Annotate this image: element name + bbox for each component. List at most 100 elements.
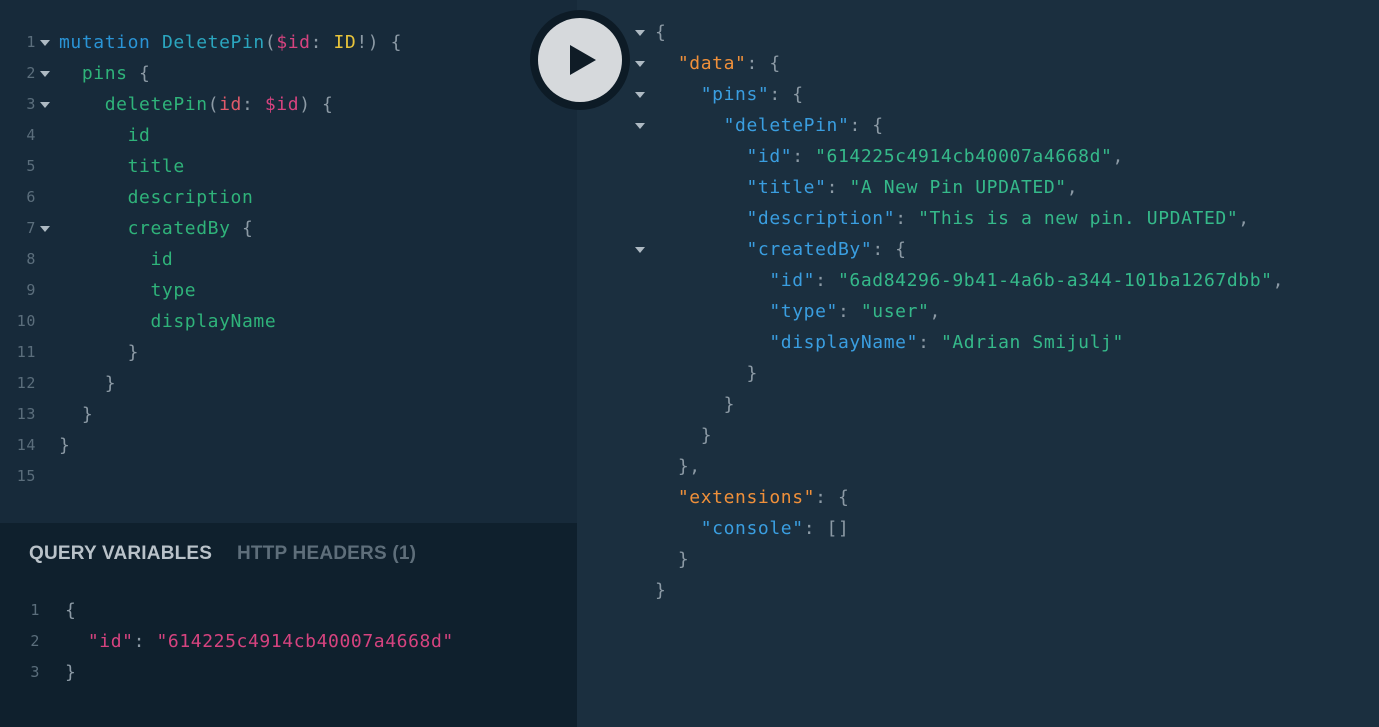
code-text: "deletePin": { <box>655 110 884 141</box>
fold-caret-icon[interactable] <box>40 40 50 46</box>
code-line[interactable]: 10 displayName <box>0 306 577 337</box>
line-number: 3 <box>30 663 40 681</box>
code-token: : <box>918 332 941 353</box>
fold-caret-icon[interactable] <box>635 123 645 129</box>
fold-caret-icon[interactable] <box>40 226 50 232</box>
code-line[interactable]: 7 createdBy { <box>0 213 577 244</box>
code-token: } <box>655 394 736 415</box>
code-token: : { <box>849 115 884 136</box>
query-editor[interactable]: 1 mutation DeletePin($id: ID!) {2 pins {3… <box>0 0 577 523</box>
code-token: "id" <box>769 270 816 291</box>
code-text: "data": { <box>655 48 781 79</box>
code-line[interactable]: 11 } <box>0 337 577 368</box>
run-query-button[interactable] <box>538 18 622 102</box>
fold-caret-icon[interactable] <box>40 71 50 77</box>
code-text: "id": "614225c4914cb40007a4668d", <box>655 141 1124 172</box>
code-text: displayName <box>59 306 276 337</box>
result-line: } <box>577 420 1379 451</box>
code-token: : <box>826 177 850 198</box>
code-token: ( <box>207 94 220 115</box>
code-text: } <box>655 420 712 451</box>
code-text: } <box>655 544 689 575</box>
line-number: 12 <box>16 374 36 392</box>
code-token: : <box>310 32 334 53</box>
result-line: } <box>577 544 1379 575</box>
code-token: "type" <box>769 301 838 322</box>
code-text: { <box>655 17 666 48</box>
line-number: 2 <box>30 632 40 650</box>
code-text: } <box>655 575 666 606</box>
code-line[interactable]: 9 type <box>0 275 577 306</box>
code-line[interactable]: 6 description <box>0 182 577 213</box>
code-text: pins { <box>59 58 151 89</box>
code-line[interactable]: 12 } <box>0 368 577 399</box>
variables-line[interactable]: 3} <box>0 657 577 688</box>
code-text: } <box>65 657 76 688</box>
code-token: { <box>127 63 151 84</box>
line-number: 5 <box>26 157 36 175</box>
code-token: : <box>242 94 265 115</box>
code-line[interactable]: 1 mutation DeletePin($id: ID!) { <box>0 27 577 58</box>
code-token: } <box>655 549 690 570</box>
code-token: "data" <box>677 53 747 74</box>
code-token: title <box>59 156 185 177</box>
code-token: } <box>59 342 140 363</box>
variables-line[interactable]: 2 "id": "614225c4914cb40007a4668d" <box>0 626 577 657</box>
code-text: } <box>59 337 139 368</box>
code-line[interactable]: 13 } <box>0 399 577 430</box>
code-token: "id" <box>746 146 793 167</box>
code-text: createdBy { <box>59 213 253 244</box>
code-token: } <box>59 404 94 425</box>
code-token: $id <box>276 32 311 53</box>
line-number: 14 <box>16 436 36 454</box>
fold-caret-icon[interactable] <box>635 92 645 98</box>
code-token: : { <box>815 487 850 508</box>
line-number: 10 <box>16 312 36 330</box>
code-line[interactable]: 2 pins { <box>0 58 577 89</box>
code-token: mutation <box>59 32 162 53</box>
fold-caret-icon[interactable] <box>635 247 645 253</box>
code-line[interactable]: 5 title <box>0 151 577 182</box>
code-text: type <box>59 275 196 306</box>
fold-caret-icon[interactable] <box>635 30 645 36</box>
code-token: "displayName" <box>769 332 919 353</box>
code-text: id <box>59 120 151 151</box>
result-line: } <box>577 575 1379 606</box>
code-token: } <box>655 363 758 384</box>
code-line[interactable]: 8 id <box>0 244 577 275</box>
code-token: : <box>815 270 838 291</box>
result-line: } <box>577 358 1379 389</box>
code-text: "id": "6ad84296-9b41-4a6b-a344-101ba1267… <box>655 265 1284 296</box>
fold-caret-icon[interactable] <box>635 61 645 67</box>
code-token: { <box>65 600 77 621</box>
code-line[interactable]: 4 id <box>0 120 577 151</box>
code-line[interactable]: 3 deletePin(id: $id) { <box>0 89 577 120</box>
fold-caret-icon[interactable] <box>40 102 50 108</box>
tab-http-headers[interactable]: HTTP HEADERS (1) <box>237 540 416 568</box>
result-line: } <box>577 389 1379 420</box>
code-token: id <box>59 125 151 146</box>
code-token: description <box>59 187 254 208</box>
code-token: { <box>230 218 254 239</box>
code-line[interactable]: 14} <box>0 430 577 461</box>
code-token: deletePin <box>59 94 208 115</box>
code-token: "console" <box>700 518 804 539</box>
code-token: ( <box>264 32 277 53</box>
result-line: "pins": { <box>577 79 1379 110</box>
code-token: type <box>59 280 197 301</box>
result-line: "data": { <box>577 48 1379 79</box>
code-token: id <box>59 249 174 270</box>
line-number: 11 <box>16 343 36 361</box>
variables-line[interactable]: 1{ <box>0 595 577 626</box>
code-line[interactable]: 15 <box>0 461 577 492</box>
tab-query-variables[interactable]: QUERY VARIABLES <box>29 540 212 568</box>
play-icon <box>570 45 596 75</box>
code-token: { <box>655 22 667 43</box>
code-token: } <box>59 373 117 394</box>
